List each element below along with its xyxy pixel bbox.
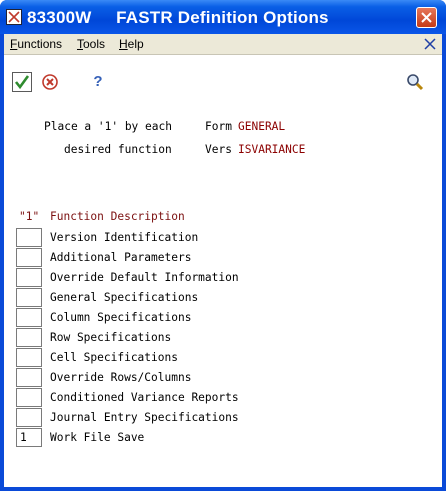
option-input[interactable]: [16, 348, 42, 367]
option-input[interactable]: [16, 388, 42, 407]
option-input[interactable]: [16, 328, 42, 347]
option-label: Conditioned Variance Reports: [50, 391, 239, 404]
help-button[interactable]: ?: [88, 72, 108, 92]
form-value: GENERAL: [238, 120, 286, 133]
checkmark-icon: [14, 75, 30, 90]
option-label: Additional Parameters: [50, 251, 192, 264]
jde-logo-icon: [424, 38, 436, 50]
option-label: Work File Save: [50, 431, 145, 444]
menu-functions[interactable]: Functions: [10, 37, 62, 51]
cancel-icon: [42, 74, 58, 90]
option-label: Row Specifications: [50, 331, 172, 344]
option-label: Override Default Information: [50, 271, 239, 284]
option-input[interactable]: [16, 288, 42, 307]
option-input[interactable]: [16, 248, 42, 267]
option-input[interactable]: [16, 408, 42, 427]
form-label: Form: [205, 120, 232, 133]
vers-label: Vers: [205, 143, 232, 156]
find-button[interactable]: [405, 72, 425, 92]
menu-bar: Functions Tools Help: [4, 34, 442, 55]
option-label: General Specifications: [50, 291, 199, 304]
option-input[interactable]: [16, 268, 42, 287]
instruction-line-2: desired function: [64, 143, 172, 156]
menu-tools[interactable]: Tools: [77, 37, 105, 51]
menu-help[interactable]: Help: [119, 37, 144, 51]
option-label: Column Specifications: [50, 311, 192, 324]
ok-button[interactable]: [12, 72, 32, 92]
option-label: Override Rows/Columns: [50, 371, 192, 384]
window-title: 83300W FASTR Definition Options: [27, 8, 329, 27]
option-label: Journal Entry Specifications: [50, 411, 239, 424]
option-label: Version Identification: [50, 231, 199, 244]
option-input[interactable]: [16, 308, 42, 327]
app-icon: [6, 9, 22, 25]
instruction-line-1: Place a '1' by each: [44, 120, 172, 133]
close-button[interactable]: [416, 7, 437, 28]
search-icon: [407, 74, 424, 91]
option-input[interactable]: [16, 228, 42, 247]
close-icon: [421, 12, 432, 23]
column-header-select: "1": [19, 210, 40, 223]
title-bar[interactable]: 83300W FASTR Definition Options: [0, 0, 446, 34]
app-window: 83300W FASTR Definition Options Function…: [0, 0, 446, 491]
option-input[interactable]: 1: [16, 428, 42, 447]
option-label: Cell Specifications: [50, 351, 178, 364]
vers-value: ISVARIANCE: [238, 143, 306, 156]
client-area: Functions Tools Help ? Place a '1' by ea…: [4, 34, 442, 487]
option-input[interactable]: [16, 368, 42, 387]
cancel-button[interactable]: [40, 72, 60, 92]
column-header-description: Function Description: [50, 210, 185, 223]
toolbar: ?: [4, 55, 442, 105]
